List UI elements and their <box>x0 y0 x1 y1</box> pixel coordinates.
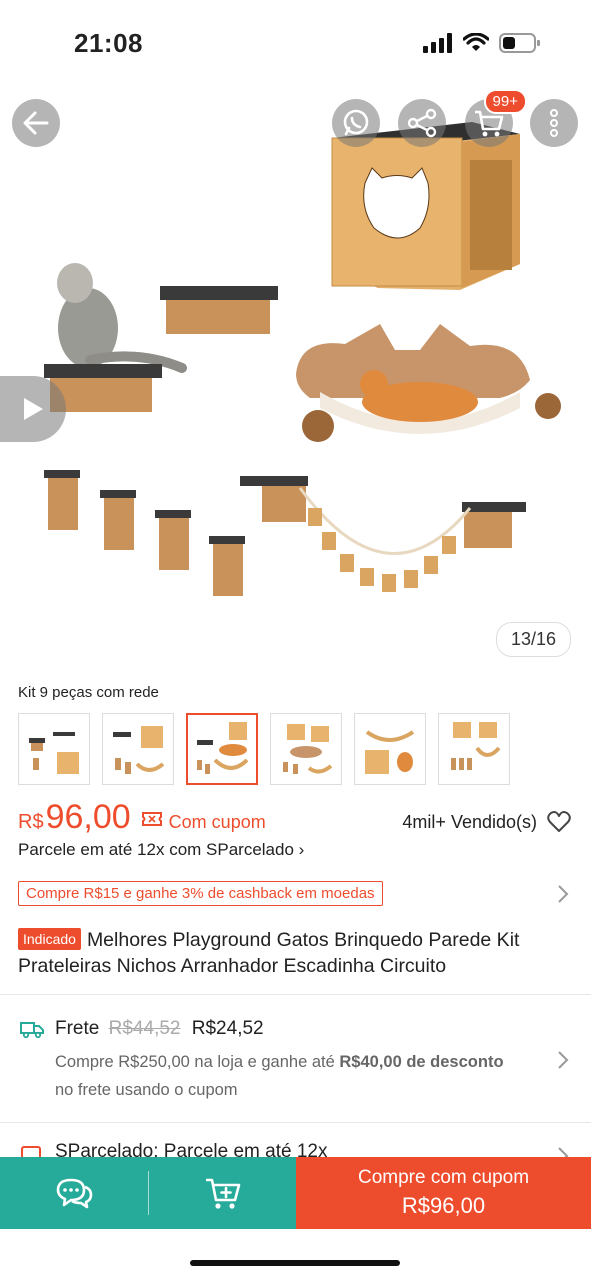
buy-button-label: Compre com cupom <box>357 1167 530 1188</box>
image-counter: 13/16 <box>495 622 571 657</box>
share-button[interactable] <box>398 99 446 147</box>
steps-illustration <box>44 470 245 596</box>
variation-thumbnail[interactable] <box>270 713 342 785</box>
buy-with-coupon-button[interactable]: Compre com cupom R$96,00 <box>296 1157 591 1229</box>
shipping-desc-suffix: no frete usando o cupom <box>55 1081 238 1099</box>
thumbnail-image <box>197 722 249 774</box>
hammock-illustration <box>296 324 561 442</box>
whatsapp-share-button[interactable] <box>332 99 380 147</box>
product-image <box>44 122 561 596</box>
more-button[interactable] <box>530 99 578 147</box>
coupon-icon <box>141 812 162 826</box>
variation-thumbnail[interactable] <box>18 713 90 785</box>
chevron-right-icon[interactable] <box>557 884 569 904</box>
divider <box>0 994 591 995</box>
back-button[interactable] <box>12 99 60 147</box>
shipping-row[interactable]: Frete R$44,52 R$24,52 <box>55 1018 264 1040</box>
chat-button[interactable] <box>0 1157 148 1229</box>
whatsapp-icon <box>343 109 369 136</box>
installment-link[interactable]: Parcele em até 12x com SParcelado › <box>18 840 304 860</box>
shipping-new-price: R$24,52 <box>191 1018 264 1039</box>
home-indicator[interactable] <box>190 1260 400 1266</box>
wifi-icon <box>463 33 489 51</box>
bridge-illustration <box>240 476 526 592</box>
price-value: 96,00 <box>45 798 131 836</box>
share-icon <box>407 108 437 138</box>
thumbnail-image <box>451 722 501 770</box>
shipping-old-price: R$44,52 <box>108 1018 181 1039</box>
cat-house-illustration <box>331 122 520 290</box>
more-vertical-icon <box>550 109 558 137</box>
coupon-text: Com cupom <box>168 812 266 832</box>
product-gallery[interactable]: 99+ 13/16 <box>0 88 591 668</box>
shipping-desc-prefix: Compre R$250,00 na loja e ganhe até <box>55 1053 340 1071</box>
variation-label: Kit 9 peças com rede <box>18 684 159 701</box>
play-icon <box>24 398 43 420</box>
battery-icon <box>499 33 540 53</box>
variation-thumbnail-selected[interactable] <box>186 713 258 785</box>
cart-button[interactable]: 99+ <box>465 89 527 147</box>
thumbnail-image <box>283 724 333 774</box>
signal-icon <box>423 33 452 53</box>
variation-thumbnail[interactable] <box>354 713 426 785</box>
cashback-badge[interactable]: Compre R$15 e ganhe 3% de cashback em mo… <box>18 881 383 906</box>
chevron-right-icon[interactable] <box>557 1050 569 1070</box>
product-title-block: Indicado Melhores Playground Gatos Brinqu… <box>18 927 578 979</box>
chat-icon <box>56 1178 93 1209</box>
cat-shelf-illustration <box>44 263 187 412</box>
status-bar: 21:08 <box>0 0 591 88</box>
arrow-left-icon <box>23 111 49 135</box>
status-time: 21:08 <box>74 28 143 58</box>
add-to-cart-button[interactable] <box>149 1157 296 1229</box>
sold-count: 4mil+ Vendido(s) <box>402 812 537 832</box>
cart-badge: 99+ <box>483 89 527 114</box>
product-title: Melhores Playground Gatos Brinquedo Pare… <box>18 929 520 977</box>
thumbnail-image <box>365 730 415 774</box>
divider <box>0 1122 591 1123</box>
price-row: R$ 96,00 Com cupom <box>18 798 266 837</box>
buy-button-price: R$96,00 <box>401 1193 486 1218</box>
price-currency: R$ <box>18 811 44 833</box>
thumbnail-image <box>29 732 79 774</box>
recommended-tag: Indicado <box>18 928 81 950</box>
bottom-action-bar: Compre com cupom R$96,00 <box>0 1157 591 1229</box>
shipping-description: Compre R$250,00 na loja e ganhe até R$40… <box>55 1048 525 1104</box>
truck-icon <box>20 1022 44 1039</box>
add-cart-icon <box>205 1178 240 1209</box>
status-icons <box>423 32 541 54</box>
shipping-desc-bold: R$40,00 de desconto <box>339 1053 504 1071</box>
variation-thumbnail[interactable] <box>438 713 510 785</box>
variation-thumbnail[interactable] <box>102 713 174 785</box>
shipping-label: Frete <box>55 1018 100 1039</box>
variation-thumbnails <box>18 713 510 785</box>
bottom-bar-separator <box>148 1157 149 1229</box>
thumbnail-image <box>113 726 165 774</box>
play-video-button[interactable] <box>0 376 66 442</box>
heart-icon[interactable] <box>547 811 571 833</box>
